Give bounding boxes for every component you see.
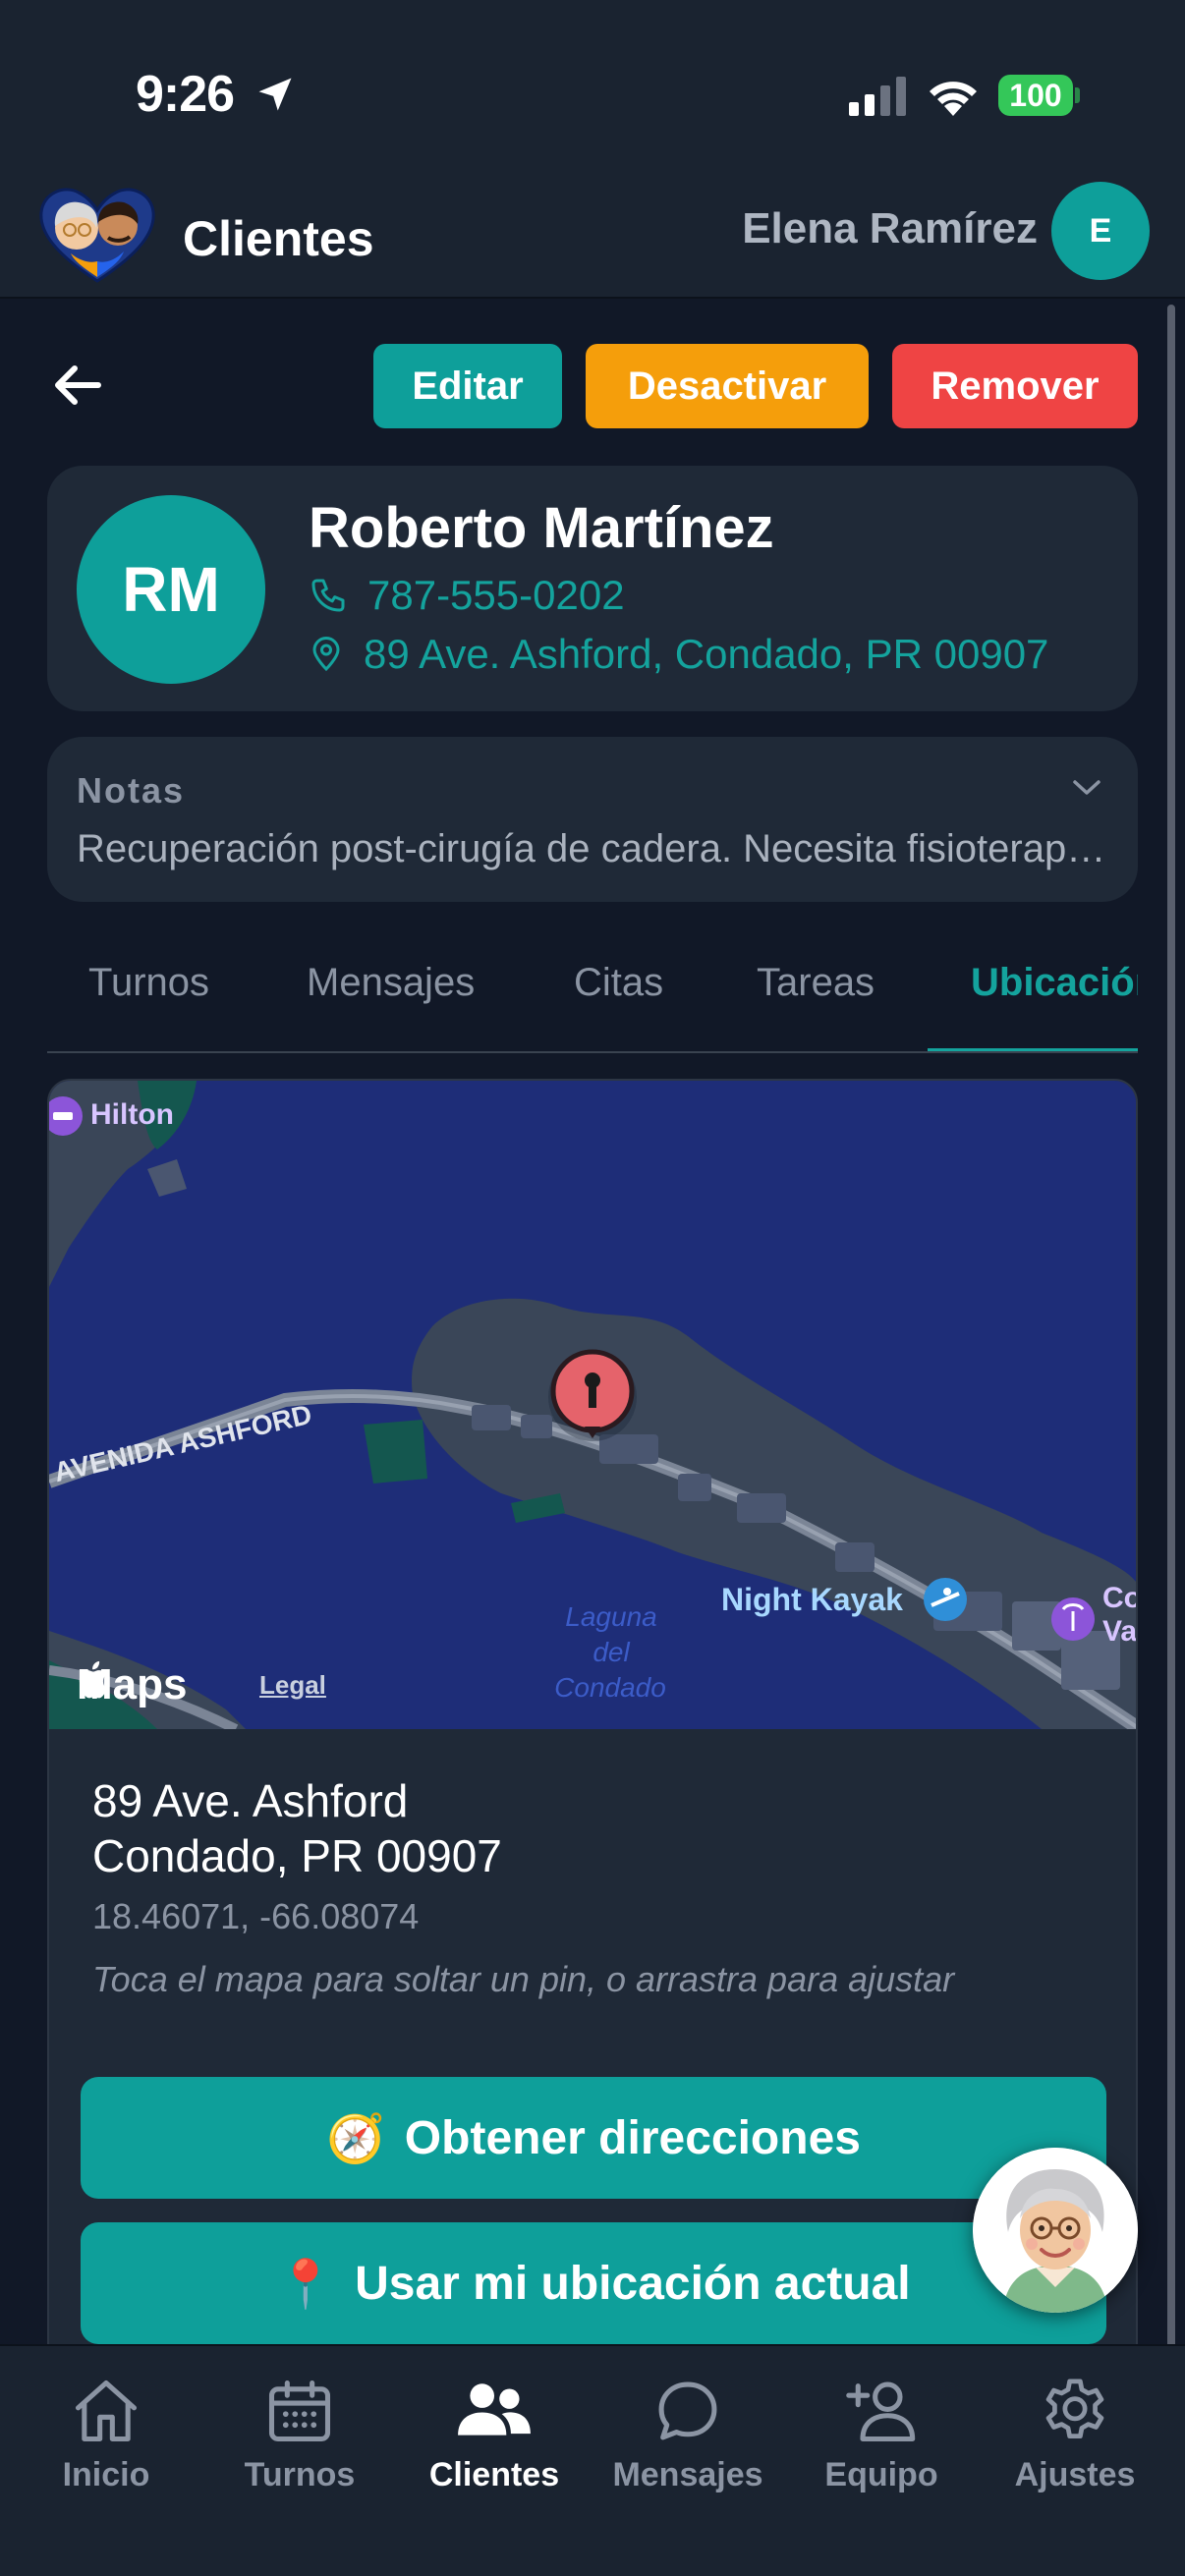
status-bar: 9:26 100 — [0, 0, 1185, 177]
battery-indicator: 100 — [998, 75, 1073, 116]
app-logo[interactable] — [35, 183, 159, 285]
users-icon — [458, 2383, 531, 2436]
active-tab-indicator — [928, 1048, 1138, 1051]
gear-icon — [1045, 2379, 1104, 2439]
deactivate-button[interactable]: Desactivar — [586, 344, 869, 428]
nav-item-mensajes[interactable]: Mensajes — [590, 2372, 786, 2494]
app-header: Clientes Elena Ramírez E — [0, 177, 1185, 299]
client-avatar: RM — [77, 495, 265, 684]
maps-attribution: Maps — [77, 1660, 187, 1709]
apple-logo-icon — [79, 1660, 108, 1699]
tab-citas[interactable]: Citas — [574, 961, 663, 1005]
location-address-line2: Condado, PR 00907 — [92, 1830, 502, 1881]
edit-button[interactable]: Editar — [373, 344, 562, 428]
tab-ubicacion[interactable]: Ubicación — [971, 961, 1138, 1005]
client-address-link[interactable]: 89 Ave. Ashford, Condado, PR 00907 — [309, 631, 1048, 678]
client-name: Roberto Martínez — [309, 496, 774, 560]
client-address: 89 Ave. Ashford, Condado, PR 00907 — [364, 631, 1049, 677]
nav-label-inicio: Inicio — [62, 2456, 150, 2493]
nav-label-clientes: Clientes — [428, 2456, 560, 2493]
use-current-location-label: Usar mi ubicación actual — [355, 2257, 911, 2310]
location-arrow-icon — [258, 78, 292, 111]
map-view[interactable]: Hilton AVENIDA ASHFORD Laguna del Condad… — [49, 1081, 1136, 1729]
use-current-location-button[interactable]: 📍 Usar mi ubicación actual — [81, 2222, 1106, 2344]
tab-mensajes[interactable]: Mensajes — [307, 961, 475, 1005]
nav-item-clientes[interactable]: Clientes — [396, 2372, 592, 2494]
nav-item-ajustes[interactable]: Ajustes — [977, 2372, 1173, 2494]
map-label-hilton[interactable]: Hilton — [90, 1098, 174, 1132]
add-user-icon — [846, 2381, 916, 2442]
user-avatar[interactable]: E — [1051, 182, 1150, 280]
nav-item-equipo[interactable]: Equipo — [783, 2372, 980, 2494]
client-tabs: Turnos Mensajes Citas Tareas Ubicación — [47, 924, 1138, 1053]
map-label-laguna-3: Condado — [554, 1672, 666, 1703]
bottom-nav: Inicio Turnos Clientes Mensajes Equipo A… — [0, 2344, 1185, 2576]
map-label-condado-1[interactable]: Co — [1102, 1582, 1136, 1615]
user-name: Elena Ramírez — [742, 204, 1038, 252]
nav-label-turnos: Turnos — [244, 2456, 356, 2493]
map-label-laguna-1: Laguna — [565, 1601, 657, 1632]
cellular-signal-icon — [849, 77, 906, 116]
phone-icon — [311, 579, 345, 612]
notes-card[interactable]: Notas Recuperación post-cirugía de cader… — [47, 737, 1138, 902]
nav-label-ajustes: Ajustes — [1014, 2456, 1136, 2493]
battery-tip — [1075, 87, 1080, 103]
location-coordinates: 18.46071, -66.08074 — [92, 1896, 420, 1936]
client-phone-link[interactable]: 787-555-0202 — [309, 572, 625, 619]
nav-item-inicio[interactable]: Inicio — [8, 2372, 204, 2494]
home-icon — [75, 2380, 138, 2442]
assistant-fab[interactable] — [973, 2148, 1138, 2313]
calendar-icon — [268, 2380, 331, 2442]
status-time: 9:26 — [136, 66, 235, 123]
assistant-avatar-icon — [973, 2148, 1138, 2313]
location-panel: Hilton AVENIDA ASHFORD Laguna del Condad… — [47, 1079, 1138, 2395]
compass-icon: 🧭 — [326, 2112, 385, 2165]
tab-tareas[interactable]: Tareas — [757, 961, 875, 1005]
map-label-laguna-2: del — [592, 1637, 630, 1667]
wifi-icon — [930, 82, 977, 116]
nav-label-mensajes: Mensajes — [612, 2456, 763, 2493]
location-hint: Toca el mapa para soltar un pin, o arras… — [92, 1959, 955, 1999]
tab-turnos[interactable]: Turnos — [88, 961, 209, 1005]
notes-title: Notas — [77, 770, 186, 811]
client-card: RM Roberto Martínez 787-555-0202 89 Ave.… — [47, 466, 1138, 711]
remove-button[interactable]: Remover — [892, 344, 1138, 428]
chat-icon — [658, 2381, 717, 2440]
chevron-down-icon[interactable] — [1069, 772, 1104, 802]
map-label-condado-2[interactable]: Va — [1102, 1615, 1136, 1649]
get-directions-button[interactable]: 🧭 Obtener direcciones — [81, 2077, 1106, 2199]
notes-text: Recuperación post-cirugía de cadera. Nec… — [77, 827, 1108, 870]
pushpin-icon: 📍 — [276, 2258, 336, 2311]
page-title: Clientes — [183, 211, 374, 266]
map-pin-icon — [312, 637, 340, 672]
location-address-line1: 89 Ave. Ashford — [92, 1775, 409, 1826]
map-label-night-kayak[interactable]: Night Kayak — [721, 1582, 903, 1618]
nav-label-equipo: Equipo — [824, 2456, 938, 2493]
back-arrow-icon[interactable] — [49, 356, 108, 415]
maps-legal-link[interactable]: Legal — [259, 1670, 326, 1701]
nav-item-turnos[interactable]: Turnos — [201, 2372, 398, 2494]
map-pin-marker — [548, 1349, 637, 1441]
scrollbar[interactable] — [1167, 305, 1175, 2348]
get-directions-label: Obtener direcciones — [404, 2111, 861, 2164]
client-phone: 787-555-0202 — [367, 572, 625, 618]
